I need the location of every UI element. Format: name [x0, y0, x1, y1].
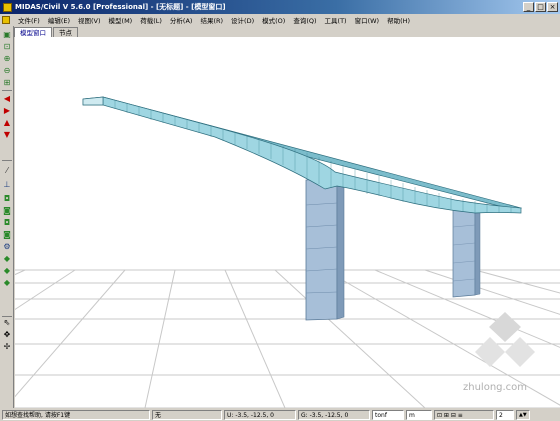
- title-bar: MIDAS/Civil V 5.6.0 [Professional] - [无标…: [0, 0, 560, 14]
- left-toolbar: ▣ ⊡ ⊕ ⊖ ⊞ ◀ ▶ ▲ ▼ ⁄ ⊥ ◘ ◙ ◘ ◙ ⚙ ◆ ◆ ◆ ⇖ …: [0, 26, 14, 408]
- maximize-button[interactable]: □: [535, 2, 546, 12]
- toolbar-separator: [2, 90, 12, 91]
- force-unit-select[interactable]: tonf: [372, 410, 404, 420]
- zoom-out-icon[interactable]: ⊖: [2, 66, 12, 76]
- window-title: MIDAS/Civil V 5.6.0 [Professional] - [无标…: [15, 3, 226, 11]
- move-icon[interactable]: ✢: [2, 342, 12, 352]
- toolbar-separator: [2, 316, 12, 317]
- toolbar-separator: [2, 160, 12, 161]
- bridge-model-view[interactable]: [15, 37, 560, 408]
- display-icon[interactable]: ◆: [2, 266, 12, 276]
- menu-window[interactable]: 窗口(W): [351, 15, 384, 25]
- tab-nodes[interactable]: 节点: [53, 27, 78, 37]
- menu-mode[interactable]: 模式(O): [258, 15, 289, 25]
- menu-load[interactable]: 荷载(L): [136, 15, 166, 25]
- pier-left: [305, 177, 345, 321]
- boundary-icon[interactable]: ⚙: [2, 242, 12, 252]
- menu-edit[interactable]: 编辑(E): [44, 15, 74, 25]
- menu-file[interactable]: 文件(F): [14, 15, 44, 25]
- help-status-text: 如想查找帮助, 请按F1键: [2, 410, 150, 420]
- coord-g-readout: G: -3.5, -12.5, 0: [298, 410, 370, 420]
- status-bar: 如想查找帮助, 请按F1键 无 U: -3.5, -12.5, 0 G: -3.…: [0, 409, 560, 421]
- menu-results[interactable]: 结果(R): [196, 15, 227, 25]
- rotate-down-icon[interactable]: ▼: [2, 130, 12, 140]
- zoom-window-icon[interactable]: ⊡: [2, 42, 12, 52]
- page-field[interactable]: 2: [496, 410, 514, 420]
- measure-icon[interactable]: ⁄: [2, 166, 12, 176]
- menu-analysis[interactable]: 分析(A): [166, 15, 197, 25]
- tab-model-window[interactable]: 模型窗口: [14, 27, 52, 37]
- window-controls: _ □ ×: [523, 2, 560, 12]
- model-viewport[interactable]: [15, 37, 560, 408]
- menu-design[interactable]: 设计(D): [227, 15, 258, 25]
- spin-arrows-icon[interactable]: ▲▼: [516, 410, 530, 420]
- unit-status: 无: [152, 410, 222, 420]
- coord-u-readout: U: -3.5, -12.5, 0: [224, 410, 296, 420]
- pan-icon[interactable]: ✥: [2, 330, 12, 340]
- menu-model[interactable]: 模型(M): [105, 15, 137, 25]
- pointer-icon[interactable]: ⇖: [2, 318, 12, 328]
- length-unit-select[interactable]: m: [406, 410, 432, 420]
- hidden-icon[interactable]: ◙: [2, 206, 12, 216]
- menu-view[interactable]: 视图(V): [74, 15, 105, 25]
- load-icon[interactable]: ◆: [2, 254, 12, 264]
- menu-tools[interactable]: 工具(T): [321, 15, 351, 25]
- pier-right: [452, 205, 481, 298]
- node-icon[interactable]: ⊥: [2, 180, 12, 190]
- document-icon[interactable]: [2, 16, 10, 24]
- watermark-text: zhulong.com: [463, 382, 528, 393]
- close-button[interactable]: ×: [547, 2, 558, 12]
- watermark-logo: [475, 312, 535, 367]
- rotate-up-icon[interactable]: ▲: [2, 118, 12, 128]
- view-tabs: 模型窗口 节点: [14, 26, 560, 37]
- shrink-icon[interactable]: ◘: [2, 218, 12, 228]
- minimize-button[interactable]: _: [523, 2, 534, 12]
- bridge-girder: [82, 96, 523, 214]
- element-icon[interactable]: ◘: [2, 194, 12, 204]
- zoom-in-icon[interactable]: ⊕: [2, 54, 12, 64]
- rotate-left-icon[interactable]: ◀: [2, 94, 12, 104]
- rotate-right-icon[interactable]: ▶: [2, 106, 12, 116]
- status-tools-icon[interactable]: ⊡ ⊞ ⊟ ≡: [434, 410, 494, 420]
- section-icon[interactable]: ◆: [2, 278, 12, 288]
- select-icon[interactable]: ▣: [2, 30, 12, 40]
- render-icon[interactable]: ◙: [2, 230, 12, 240]
- menu-query[interactable]: 查询(Q): [289, 15, 320, 25]
- menu-bar: 文件(F) 编辑(E) 视图(V) 模型(M) 荷载(L) 分析(A) 结果(R…: [0, 14, 560, 26]
- menu-help[interactable]: 帮助(H): [383, 15, 414, 25]
- zoom-fit-icon[interactable]: ⊞: [2, 78, 12, 88]
- midas-app-icon: [3, 2, 12, 12]
